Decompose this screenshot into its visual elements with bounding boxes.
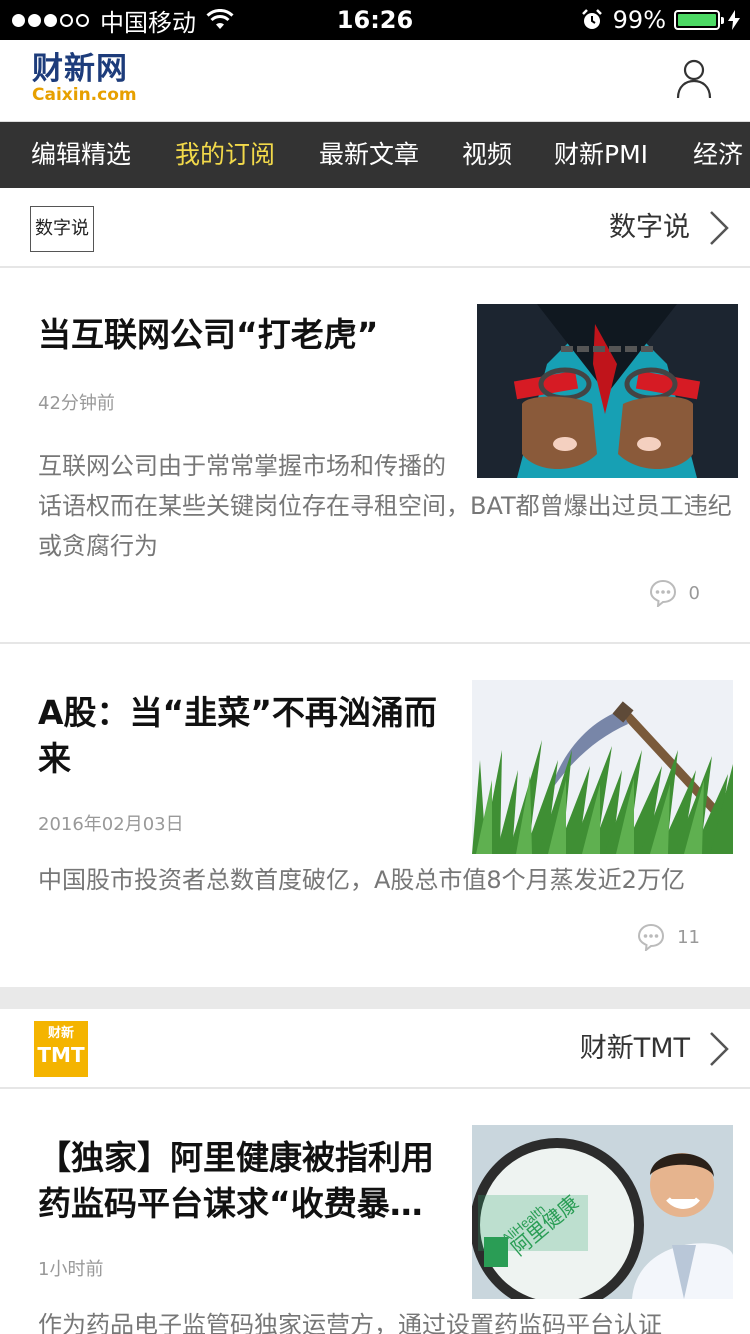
article-title[interactable]: 当互联网公司“打老虎” — [38, 312, 458, 358]
article-time: 1小时前 — [38, 1259, 104, 1280]
chevron-right-icon[interactable] — [708, 210, 730, 246]
article-card[interactable]: 当互联网公司“打老虎” 42分钟前 互联网公司由于常常掌握市场和传播的话语权而在… — [0, 268, 750, 642]
status-bar: 中国移动 16:26 99% — [0, 0, 750, 40]
caixin-logo[interactable]: 财新网 Caixin.com — [32, 52, 137, 104]
tmt-logo-line2: TMT — [37, 1043, 85, 1067]
article-summary: 中国股市投资者总数首度破亿，A股总市值8个月蒸发近2万亿 — [38, 866, 685, 894]
nav-tab-latest-articles[interactable]: 最新文章 — [319, 122, 419, 188]
status-right: 99% — [581, 0, 740, 40]
article-time: 2016年02月03日 — [38, 814, 184, 835]
tmt-logo-line1: 财新 — [47, 1026, 74, 1041]
article-card[interactable]: A股：当“韭菜”不再汹涌而来 2016年02月03日 中国股市投资者总数首度破亿… — [0, 644, 750, 987]
comment-count-value: 0 — [688, 582, 700, 604]
charging-icon — [728, 10, 740, 30]
comment-count[interactable]: 11 — [637, 922, 700, 952]
handcuffs-image — [477, 304, 738, 478]
scythe-grass-image — [472, 680, 733, 854]
section-logo-tmt: 财新 TMT — [34, 1021, 88, 1077]
article-time: 42分钟前 — [38, 393, 115, 414]
nav-tab-editor-picks[interactable]: 编辑精选 — [31, 122, 131, 188]
app-header: 财新网 Caixin.com — [0, 40, 750, 122]
article-title[interactable]: A股：当“韭菜”不再汹涌而来 — [38, 690, 448, 782]
section-header-shuzishuo[interactable]: 数字说 数字说 — [0, 188, 750, 268]
comment-count[interactable]: 0 — [649, 578, 700, 608]
logo-cn-text: 财新网 — [32, 51, 128, 87]
section-header-caixin-tmt[interactable]: 财新 TMT 财新TMT — [0, 1009, 750, 1089]
section-logo-shuzishuo: 数字说 — [30, 206, 94, 252]
category-nav: 编辑精选 我的订阅 最新文章 视频 财新PMI 经济 — [0, 122, 750, 188]
alarm-icon — [581, 9, 602, 29]
comment-bubble-icon — [638, 923, 665, 951]
article-summary: 作为药品电子监管码独家运营方，通过设置药监码平台认证 — [38, 1311, 662, 1334]
user-icon[interactable] — [676, 58, 712, 100]
article-card[interactable]: 【独家】阿里健康被指利用药监码平台谋求“收费暴… 1小时前 AliHealth … — [0, 1089, 750, 1334]
logo-en-text: Caixin.com — [32, 85, 137, 105]
section-title: 数字说 — [609, 212, 690, 243]
article-summary: 互联网公司由于常常掌握市场和传播的话语权而在某些关键岗位存在寻租空间，BAT都曾… — [38, 304, 738, 566]
article-title[interactable]: 【独家】阿里健康被指利用药监码平台谋求“收费暴… — [38, 1135, 454, 1227]
nav-tab-economy[interactable]: 经济 — [693, 122, 743, 188]
comment-bubble-icon — [649, 579, 676, 607]
comment-count-value: 11 — [677, 926, 700, 948]
battery-icon — [674, 10, 724, 30]
nav-tab-my-subscriptions[interactable]: 我的订阅 — [175, 122, 275, 188]
section-gap — [0, 987, 750, 1009]
battery-percent: 99% — [612, 6, 666, 34]
section-logo-text: 数字说 — [35, 218, 89, 239]
nav-tab-pmi[interactable]: 财新PMI — [554, 122, 648, 188]
nav-tab-video[interactable]: 视频 — [462, 122, 512, 188]
alihealth-magnifier-image: AliHealth 阿里健康 — [472, 1125, 733, 1299]
section-title: 财新TMT — [579, 1033, 690, 1064]
chevron-right-icon[interactable] — [708, 1031, 730, 1067]
